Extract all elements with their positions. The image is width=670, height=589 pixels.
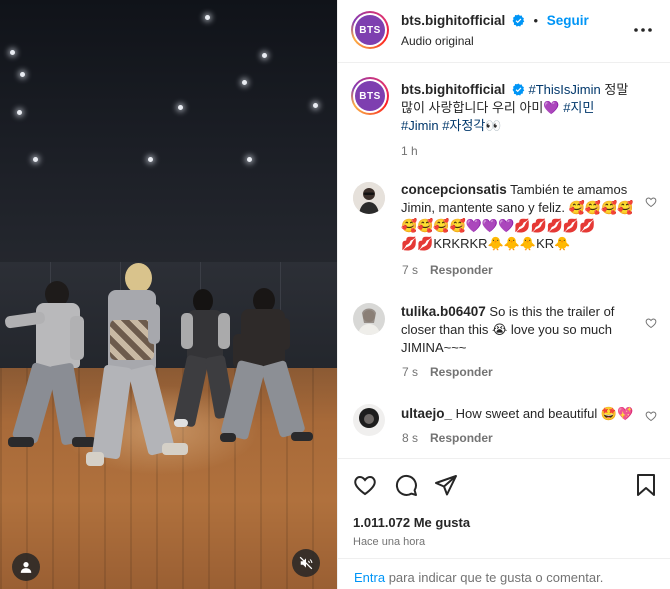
comment-timestamp[interactable]: 7 s [402,365,418,379]
comment-meta: 7 s Responder [402,365,493,379]
comment-text: ultaejo_ How sweet and beautiful 🤩💖 [401,405,666,423]
comment-text: tulika.b06407 So is this the trailer of … [401,303,666,357]
comment-body: Jimin, mantente sano y feliz. 🥰🥰🥰🥰 [401,200,634,215]
hashtag-link[interactable]: #ThisIsJimin [529,82,601,97]
comment-like-icon[interactable] [645,196,657,208]
comment-text: concepcionsatis También te amamos Jimin,… [401,181,666,253]
comment-meta: 7 s Responder [402,263,493,277]
user-tag-button[interactable] [12,553,40,581]
comment-body: 🥰🥰🥰🥰💜💜💜💋💋💋💋💋 [401,218,596,233]
reply-button[interactable]: Responder [430,431,493,445]
hashtag-link[interactable]: #자정각👀 [439,118,501,133]
follow-button[interactable]: Seguir [547,13,589,28]
commenter-username[interactable]: tulika.b06407 [401,304,486,319]
login-prompt: Entra para indicar que te gusta o coment… [338,558,670,589]
comment-body: How sweet and beautiful 🤩💖 [452,406,634,421]
commenter-username[interactable]: concepcionsatis [401,182,507,197]
likes-count[interactable]: 1.011.072 Me gusta [353,515,470,530]
separator-dot: • [533,13,539,28]
mute-icon [299,556,313,570]
more-options-icon[interactable] [634,28,652,32]
author-line: bts.bighitofficial • Seguir [401,13,589,28]
login-link[interactable]: Entra [354,570,385,585]
ceiling-light [262,53,267,58]
post-header: BTS bts.bighitofficial • Seguir Audio or… [338,0,670,63]
avatar-photo [353,182,385,214]
heart-icon[interactable] [353,473,377,497]
comment-body: So is this the trailer of [485,304,615,319]
ceiling-light [313,103,318,108]
post-actions: 1.011.072 Me gusta Hace una hora [338,458,670,558]
comments-section[interactable]: BTS bts.bighitofficial #ThisIsJimin 정말 많… [338,63,670,458]
verified-badge-icon [512,14,525,27]
avatar-photo [353,404,385,436]
commenter-avatar[interactable] [353,182,385,214]
commenter-username[interactable]: ultaejo_ [401,406,452,421]
bts-logo: BTS [355,15,385,45]
avatar-photo [353,303,385,335]
ceiling-light [178,105,183,110]
caption-text: bts.bighitofficial #ThisIsJimin 정말 많이 사랑… [401,81,661,135]
ceiling-light [20,72,25,77]
commenter-avatar[interactable] [353,404,385,436]
ceiling-light [33,157,38,162]
comment-like-icon[interactable] [645,410,657,422]
comment-body: También te amamos [506,182,628,197]
post-video[interactable] [0,0,337,589]
reply-button[interactable]: Responder [430,263,493,277]
author-avatar[interactable]: BTS [351,11,389,49]
ceiling-light [10,50,15,55]
caption-username[interactable]: bts.bighitofficial [401,82,505,97]
caption-body: 많이 사랑합니다 우리 아미💜 [401,100,564,115]
comment-timestamp[interactable]: 7 s [402,263,418,277]
ceiling-light [205,15,210,20]
user-tag-icon [20,562,32,573]
comment-body: closer than this 😭 love you so much [401,322,613,337]
comment-body: JIMINA~~~ [401,340,467,355]
reply-button[interactable]: Responder [430,365,493,379]
bts-logo: BTS [355,81,385,111]
comment-timestamp[interactable]: 8 s [402,431,418,445]
audio-link[interactable]: Audio original [401,34,474,48]
ceiling-light [148,157,153,162]
caption-avatar[interactable]: BTS [351,77,389,115]
share-icon[interactable] [434,473,458,497]
caption-timestamp[interactable]: 1 h [401,144,418,158]
ceiling-light [17,110,22,115]
commenter-avatar[interactable] [353,303,385,335]
ceiling-light [242,80,247,85]
comment-body: 💋💋KRKRKR🐥🐥🐥KR🐥 [401,236,571,251]
hashtag-link[interactable]: #Jimin [401,118,439,133]
author-username[interactable]: bts.bighitofficial [401,13,505,28]
comment-like-icon[interactable] [645,317,657,329]
ceiling-light [247,157,252,162]
comment-meta: 8 s Responder [402,431,493,445]
comment-icon[interactable] [394,473,418,497]
post-time[interactable]: Hace una hora [353,536,425,548]
bookmark-icon[interactable] [636,473,656,497]
hashtag-link[interactable]: #지민 [563,100,594,115]
post-detail-panel: BTS bts.bighitofficial • Seguir Audio or… [337,0,670,589]
verified-badge-icon [512,83,525,96]
caption-body: 정말 [600,82,629,97]
login-prompt-text: para indicar que te gusta o comentar. [385,570,604,585]
mute-button[interactable] [292,549,320,577]
